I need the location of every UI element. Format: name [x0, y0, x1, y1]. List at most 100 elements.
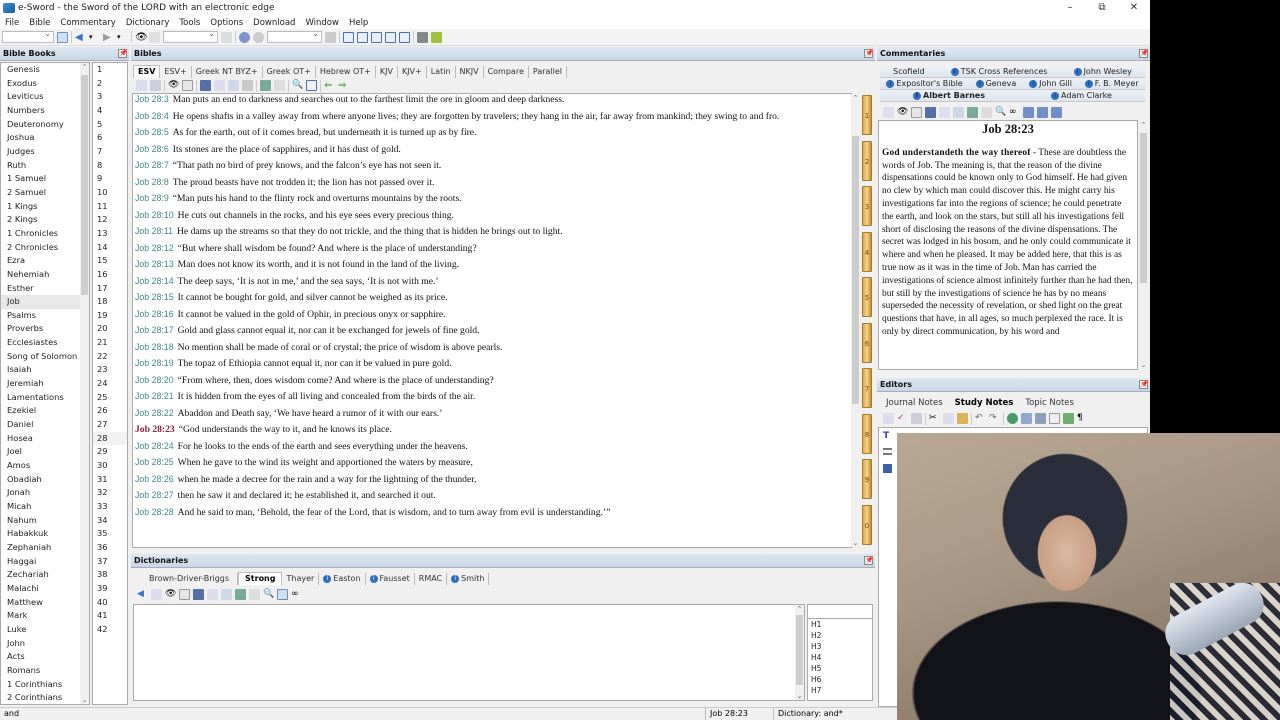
chapter-item[interactable]: 9	[93, 172, 127, 186]
view-v-icon[interactable]	[1051, 107, 1062, 118]
verse-row[interactable]: Job 28:4 He opens shafts in a valley away…	[133, 111, 851, 122]
chapter-item[interactable]: 21	[93, 336, 127, 350]
book-item[interactable]: Ezekiel	[1, 404, 89, 418]
book-item[interactable]: Daniel	[1, 418, 89, 432]
scroll-thumb[interactable]	[852, 136, 859, 404]
verse-reference[interactable]: Job 28:22	[135, 408, 174, 418]
chapter-item[interactable]: 7	[93, 145, 127, 159]
tab-smith[interactable]: i Smith	[447, 573, 490, 585]
binoculars-icon[interactable]: 👁	[897, 107, 908, 118]
export-icon[interactable]	[242, 80, 253, 91]
tab-brown-driver-briggs[interactable]: Brown-Driver-Briggs	[133, 573, 239, 585]
dictionary-entry[interactable]: H3	[808, 641, 872, 652]
verse-row[interactable]: Job 28:8 The proud beasts have not trodde…	[133, 177, 851, 188]
tab-fausset[interactable]: i Fausset	[366, 573, 415, 585]
chapter-item[interactable]: 4	[93, 104, 127, 118]
chapter-item[interactable]: 30	[93, 459, 127, 473]
tab-f-b-meyer[interactable]: i F. B. Meyer	[1084, 78, 1139, 89]
menu-window[interactable]: Window	[300, 18, 344, 28]
zoom-icon[interactable]: 🔍	[995, 107, 1006, 118]
chapter-item[interactable]: 15	[93, 254, 127, 268]
scroll-up-icon[interactable]: ⌃	[80, 63, 89, 71]
copy-icon[interactable]	[943, 413, 954, 424]
chapter-item[interactable]: 37	[93, 555, 127, 569]
book-list-scrollbar[interactable]: ⌃ ⌄	[80, 63, 89, 704]
verse-row[interactable]: Job 28:25 When he gave to the wind its we…	[133, 457, 851, 468]
verse-row[interactable]: Job 28:11 He dams up the streams so that …	[133, 226, 851, 237]
chapter-item[interactable]: 26	[93, 404, 127, 418]
tab-latin[interactable]: Latin	[427, 66, 456, 78]
tab-john-gill[interactable]: i John Gill	[1029, 78, 1072, 89]
verse-reference[interactable]: Job 28:7	[135, 160, 169, 170]
verse-row[interactable]: Job 28:20 “From where, then, does wisdom …	[133, 375, 851, 386]
dictionary-entry[interactable]: H6	[808, 674, 872, 685]
menu-bible[interactable]: Bible	[24, 18, 55, 28]
verse-row[interactable]: Job 28:9 “Man puts his hand to the flinty…	[133, 193, 851, 204]
menu-dictionary[interactable]: Dictionary	[121, 18, 175, 28]
prev-chapter-icon[interactable]: ⇐	[324, 80, 335, 91]
tab-compare[interactable]: Compare	[484, 66, 529, 78]
book-item[interactable]: Matthew	[1, 596, 89, 610]
image-icon[interactable]	[1035, 413, 1046, 424]
verse-reference[interactable]: Job 28:20	[135, 375, 174, 385]
back-arrow-icon[interactable]: ◀	[137, 589, 148, 600]
reference-combo[interactable]	[2, 29, 54, 43]
verse-row[interactable]: Job 28:14 The deep says, ‘It is not in me…	[133, 276, 851, 287]
chapter-item[interactable]: 2	[93, 77, 127, 91]
chapter-item[interactable]: 22	[93, 350, 127, 364]
chapter-item[interactable]: 25	[93, 391, 127, 405]
view-c-icon[interactable]	[1037, 107, 1048, 118]
chapter-item[interactable]: 20	[93, 322, 127, 336]
verse-row[interactable]: Job 28:23 “God understands the way to it,…	[133, 424, 851, 435]
verse-row[interactable]: Job 28:16 It cannot be valued in the gold…	[133, 309, 851, 320]
notes-icon[interactable]	[911, 107, 922, 118]
book-item[interactable]: Malachi	[1, 582, 89, 596]
book-item[interactable]: Lamentations	[1, 391, 89, 405]
find-icon[interactable]	[221, 31, 232, 43]
print-icon[interactable]	[911, 413, 922, 424]
underline-icon[interactable]	[274, 80, 285, 91]
tab-parallel[interactable]: Parallel	[529, 66, 568, 78]
paragraph-icon[interactable]: ¶	[1077, 413, 1088, 424]
bible-scrollbar[interactable]: ⌃ ⌄	[851, 94, 860, 547]
tab-topic-notes[interactable]: Topic Notes	[1019, 397, 1080, 410]
tab-expositor-s-bible[interactable]: i Expositor's Bible	[886, 78, 963, 89]
book-item[interactable]: 2 Corinthians	[1, 691, 89, 704]
book-item[interactable]: Zechariah	[1, 568, 89, 582]
font-icon[interactable]: T	[883, 431, 889, 441]
print-icon[interactable]	[150, 80, 161, 91]
verse-reference[interactable]: Job 28:25	[135, 457, 174, 467]
book-item[interactable]: Job	[1, 295, 89, 309]
copy-text-icon[interactable]	[214, 80, 225, 91]
verse-row[interactable]: Job 28:10 He cuts out channels in the roc…	[133, 210, 851, 221]
pin-icon[interactable]: 📌	[864, 556, 874, 565]
book-item[interactable]: 1 Kings	[1, 200, 89, 214]
verse-row[interactable]: Job 28:12 “But where shall wisdom be foun…	[133, 243, 851, 254]
menu-options[interactable]: Options	[205, 18, 248, 28]
close-button[interactable]: ✕	[1118, 0, 1150, 16]
tab-strong[interactable]: Strong	[238, 572, 283, 585]
chapter-item[interactable]: 23	[93, 363, 127, 377]
pin-icon[interactable]: 📌	[864, 49, 874, 58]
link-icon[interactable]: ∞	[1009, 107, 1020, 118]
tab-hebrew-ot-[interactable]: Hebrew OT+	[316, 66, 376, 78]
scroll-up-icon[interactable]: ⌃	[851, 94, 860, 102]
chapter-item[interactable]: 5	[93, 118, 127, 132]
book-item[interactable]: Luke	[1, 623, 89, 637]
bookmark-tab[interactable]: 5	[862, 277, 872, 318]
verse-row[interactable]: Job 28:26 when he made a decree for the r…	[133, 474, 851, 485]
book-item[interactable]: 2 Kings	[1, 213, 89, 227]
verse-reference[interactable]: Job 28:5	[135, 127, 169, 137]
gray-box-icon[interactable]	[417, 31, 428, 43]
verse-row[interactable]: Job 28:19 The topaz of Ethiopia cannot eq…	[133, 358, 851, 369]
forward-arrow-icon[interactable]: ▶	[103, 32, 114, 43]
book-item[interactable]: Obadiah	[1, 473, 89, 487]
open-book-icon[interactable]	[277, 589, 288, 600]
bible-combo[interactable]	[267, 29, 322, 43]
book-item[interactable]: 1 Chronicles	[1, 227, 89, 241]
book-item[interactable]: Acts	[1, 650, 89, 664]
back-dropdown-icon[interactable]: ▾	[89, 32, 100, 43]
verse-row[interactable]: Job 28:15 It cannot be bought for gold, a…	[133, 292, 851, 303]
tab-tsk-cross-references[interactable]: i TSK Cross References	[950, 66, 1047, 77]
dictionary-entry[interactable]: H5	[808, 663, 872, 674]
